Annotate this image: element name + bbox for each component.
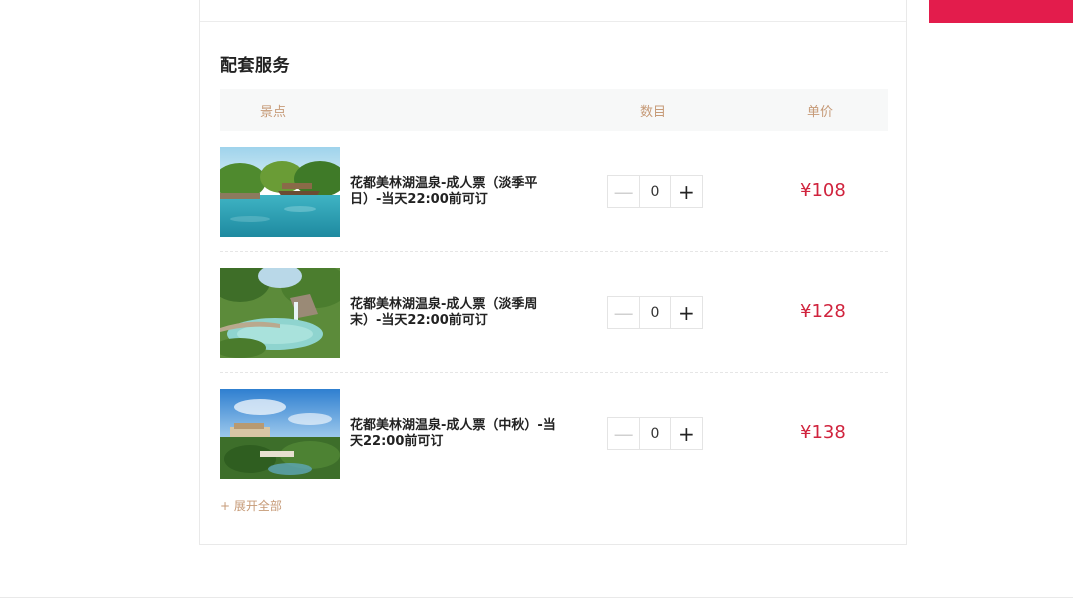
row-divider <box>220 372 888 373</box>
ticket-name: 花都美林湖温泉-成人票（淡季周末）-当天22:00前可订 <box>350 297 538 328</box>
ticket-name: 花都美林湖温泉-成人票（淡季平日）-当天22:00前可订 <box>350 176 538 207</box>
ticket-name: 花都美林湖温泉-成人票（中秋）-当天22:00前可订 <box>350 418 556 449</box>
table-row: 花都美林湖温泉-成人票（中秋）-当天22:00前可订 — 0 + ¥138 <box>220 389 888 479</box>
quantity-stepper[interactable]: — 0 + <box>607 417 703 450</box>
ticket-thumbnail[interactable] <box>220 389 340 479</box>
quantity-stepper[interactable]: — 0 + <box>607 175 703 208</box>
plus-icon[interactable]: + <box>671 297 702 328</box>
minus-icon[interactable]: — <box>608 418 639 449</box>
header-unit-price: 单价 <box>807 105 834 120</box>
quantity-stepper[interactable]: — 0 + <box>607 296 703 329</box>
unit-price: ¥108 <box>800 180 846 201</box>
ticket-thumbnail[interactable] <box>220 268 340 358</box>
minus-icon[interactable]: — <box>608 176 639 207</box>
table-row: 花都美林湖温泉-成人票（淡季平日）-当天22:00前可订 — 0 + ¥108 <box>220 147 888 237</box>
quantity-value[interactable]: 0 <box>639 176 671 207</box>
plus-icon[interactable]: + <box>671 418 702 449</box>
header-spot: 景点 <box>260 105 287 120</box>
unit-price: ¥128 <box>800 301 846 322</box>
unit-price: ¥138 <box>800 422 846 443</box>
quantity-value[interactable]: 0 <box>639 418 671 449</box>
table-row: 花都美林湖温泉-成人票（淡季周末）-当天22:00前可订 — 0 + ¥128 <box>220 268 888 358</box>
divider <box>0 597 1073 598</box>
ticket-thumbnail[interactable] <box>220 147 340 237</box>
row-divider <box>220 251 888 252</box>
expand-all-link[interactable]: + 展开全部 <box>220 497 282 514</box>
header-quantity: 数目 <box>640 105 667 120</box>
table-header: 景点 数目 单价 <box>220 89 888 131</box>
section-title: 配套服务 <box>220 56 290 76</box>
top-accent-button[interactable] <box>929 0 1073 23</box>
quantity-value[interactable]: 0 <box>639 297 671 328</box>
services-card: 配套服务 景点 数目 单价 花都美林湖温泉-成人票（淡季平日）-当天22:00前… <box>199 0 907 545</box>
divider <box>200 21 906 22</box>
minus-icon[interactable]: — <box>608 297 639 328</box>
plus-icon[interactable]: + <box>671 176 702 207</box>
